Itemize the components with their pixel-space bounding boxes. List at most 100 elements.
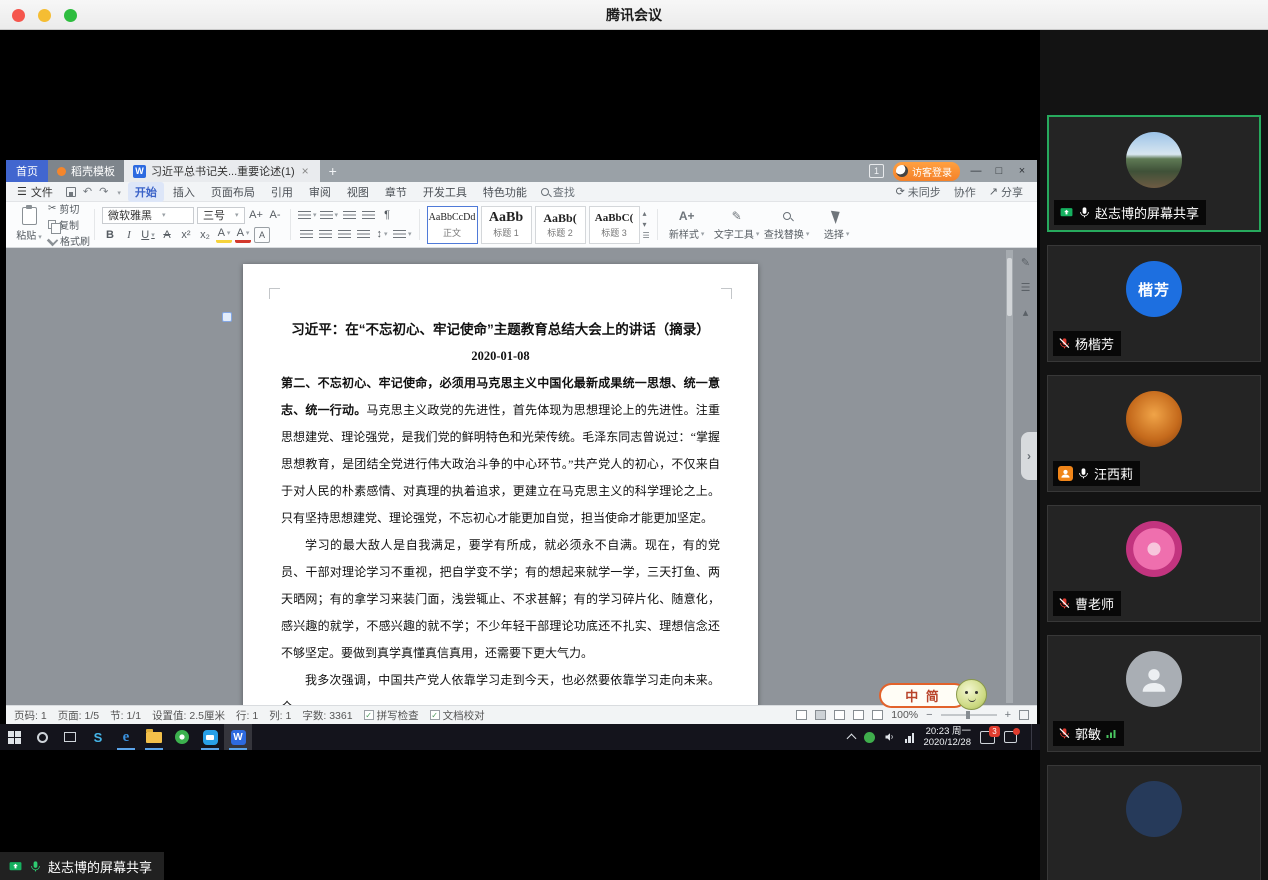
taskbar-clock[interactable]: 20:23 周一 2020/12/28 bbox=[923, 726, 971, 748]
select-button[interactable]: 选择 bbox=[812, 204, 862, 245]
menu-tab-developer[interactable]: 开发工具 bbox=[416, 182, 474, 202]
cortana-search-button[interactable] bbox=[28, 724, 56, 750]
start-button[interactable] bbox=[0, 724, 28, 750]
vertical-scrollbar[interactable] bbox=[1006, 250, 1013, 703]
guest-login-button[interactable]: 访客登录 bbox=[893, 162, 960, 181]
view-mode-icon[interactable] bbox=[872, 710, 883, 720]
menu-tab-page-layout[interactable]: 页面布局 bbox=[204, 182, 262, 202]
shading-button[interactable] bbox=[393, 226, 412, 242]
window-count-badge[interactable]: 1 bbox=[869, 164, 884, 178]
close-tab-icon[interactable]: × bbox=[300, 164, 311, 178]
outline-tool-icon[interactable]: ☰ bbox=[1021, 281, 1031, 294]
bold-button[interactable]: B bbox=[102, 227, 118, 243]
view-mode-icon[interactable] bbox=[796, 710, 807, 720]
gallery-more-icon[interactable]: ☰ bbox=[643, 231, 650, 240]
gallery-up-icon[interactable]: ▴ bbox=[643, 209, 650, 218]
taskbar-app-meeting[interactable] bbox=[196, 724, 224, 750]
style-heading2[interactable]: AaBb( 标题 2 bbox=[535, 206, 586, 244]
increase-indent-button[interactable] bbox=[360, 207, 376, 223]
wps-template-tab[interactable]: 稻壳模板 bbox=[48, 160, 124, 182]
participant-tile[interactable]: 曹老师 bbox=[1047, 505, 1261, 622]
show-marks-button[interactable]: ¶ bbox=[379, 207, 395, 223]
scrollbar-thumb[interactable] bbox=[1007, 258, 1012, 316]
grow-font-button[interactable]: A+ bbox=[248, 207, 264, 223]
participant-tile[interactable]: 郭敏 bbox=[1047, 635, 1261, 752]
undo-icon[interactable]: ↶ bbox=[83, 185, 92, 198]
doc-proof-toggle[interactable]: ✓ 文档校对 bbox=[430, 708, 485, 723]
line-spacing-button[interactable]: ↕ bbox=[374, 226, 390, 242]
cut-button[interactable]: ✂剪切 bbox=[48, 201, 90, 216]
share-button[interactable]: ↗ 分享 bbox=[989, 184, 1023, 200]
new-tab-button[interactable]: + bbox=[320, 160, 346, 182]
collaborate-button[interactable]: 协作 bbox=[954, 184, 976, 200]
paste-button[interactable]: 粘贴 bbox=[10, 204, 48, 245]
align-left-button[interactable] bbox=[298, 226, 314, 242]
menu-tab-section[interactable]: 章节 bbox=[378, 182, 414, 202]
menu-tab-review[interactable]: 审阅 bbox=[302, 182, 338, 202]
outline-collapse-marker[interactable] bbox=[222, 312, 232, 322]
character-shading-button[interactable]: A bbox=[254, 227, 270, 243]
volume-tray-icon[interactable] bbox=[884, 731, 896, 743]
security-tray-icon[interactable] bbox=[864, 732, 875, 743]
zoom-slider-knob[interactable] bbox=[966, 711, 970, 719]
notification-center-icon[interactable] bbox=[1004, 731, 1017, 743]
style-heading1[interactable]: AaBb 标题 1 bbox=[481, 206, 532, 244]
zoom-out-button[interactable]: − bbox=[926, 710, 932, 720]
quick-access-dropdown-icon[interactable] bbox=[115, 186, 121, 198]
view-mode-icon[interactable] bbox=[853, 710, 864, 720]
file-menu-button[interactable]: ☰ 文件 bbox=[10, 184, 60, 200]
tray-expand-icon[interactable] bbox=[847, 734, 857, 744]
strikethrough-button[interactable]: A bbox=[159, 227, 175, 243]
zoom-slider[interactable] bbox=[941, 714, 997, 716]
menu-search[interactable]: 查找 bbox=[541, 184, 575, 200]
participant-tile[interactable]: 楷芳 杨楷芳 bbox=[1047, 245, 1261, 362]
gallery-down-icon[interactable]: ▾ bbox=[643, 220, 650, 229]
wps-home-tab[interactable]: 首页 bbox=[6, 160, 48, 182]
bullets-button[interactable] bbox=[298, 207, 317, 223]
taskbar-app-explorer[interactable] bbox=[140, 724, 168, 750]
font-size-select[interactable]: 三号 bbox=[197, 207, 245, 224]
redo-icon[interactable]: ↷ bbox=[99, 185, 108, 198]
task-view-button[interactable] bbox=[56, 724, 84, 750]
menu-tab-special-features[interactable]: 特色功能 bbox=[476, 182, 534, 202]
text-tool-button[interactable]: ✎ 文字工具 bbox=[712, 204, 762, 245]
wps-close-button[interactable]: × bbox=[1015, 165, 1029, 177]
copy-button[interactable]: 复制 bbox=[48, 217, 90, 232]
menu-tab-references[interactable]: 引用 bbox=[264, 182, 300, 202]
participant-tile[interactable]: 汪西莉 bbox=[1047, 375, 1261, 492]
font-color-button[interactable]: A bbox=[235, 227, 251, 243]
new-style-button[interactable]: A+ 新样式 bbox=[662, 204, 712, 245]
numbering-button[interactable] bbox=[320, 207, 339, 223]
taskbar-app-wps[interactable]: W bbox=[224, 724, 252, 750]
view-mode-icon[interactable] bbox=[815, 710, 826, 720]
pen-tool-icon[interactable]: ✎ bbox=[1021, 256, 1030, 269]
sync-status-button[interactable]: ⟳ 未同步 bbox=[896, 184, 941, 200]
italic-button[interactable]: I bbox=[121, 227, 137, 243]
task-pane-toggle[interactable]: › bbox=[1021, 432, 1037, 480]
style-heading3[interactable]: AaBbC( 标题 3 bbox=[589, 206, 640, 244]
font-name-select[interactable]: 微软雅黑 bbox=[102, 207, 194, 224]
decrease-indent-button[interactable] bbox=[341, 207, 357, 223]
fit-page-icon[interactable] bbox=[1019, 710, 1029, 720]
participant-tile-partial[interactable] bbox=[1047, 765, 1261, 880]
show-desktop-strip[interactable] bbox=[1031, 724, 1036, 750]
wps-maximize-button[interactable]: □ bbox=[992, 165, 1006, 177]
underline-button[interactable]: U bbox=[140, 227, 156, 243]
superscript-button[interactable]: x² bbox=[178, 227, 194, 243]
participant-tile-sharer[interactable]: 赵志博的屏幕共享 bbox=[1047, 115, 1261, 232]
justify-button[interactable] bbox=[355, 226, 371, 242]
find-replace-button[interactable]: 查找替换 bbox=[762, 204, 812, 245]
document-page[interactable]: 习近平：在“不忘初心、牢记使命”主题教育总结大会上的讲话（摘录） 2020-01… bbox=[243, 264, 758, 705]
menu-tab-insert[interactable]: 插入 bbox=[166, 182, 202, 202]
align-center-button[interactable] bbox=[317, 226, 333, 242]
wps-minimize-button[interactable]: — bbox=[969, 165, 983, 177]
align-right-button[interactable] bbox=[336, 226, 352, 242]
format-painter-button[interactable]: 格式刷 bbox=[48, 233, 90, 248]
nav-tool-icon[interactable]: ▴ bbox=[1023, 306, 1029, 319]
menu-tab-view[interactable]: 视图 bbox=[340, 182, 376, 202]
highlight-color-button[interactable]: A bbox=[216, 227, 232, 243]
spell-check-toggle[interactable]: ✓ 拼写检查 bbox=[364, 708, 419, 723]
zoom-in-button[interactable]: + bbox=[1005, 710, 1011, 720]
taskbar-app-edge[interactable]: e bbox=[112, 724, 140, 750]
subscript-button[interactable]: x₂ bbox=[197, 227, 213, 243]
